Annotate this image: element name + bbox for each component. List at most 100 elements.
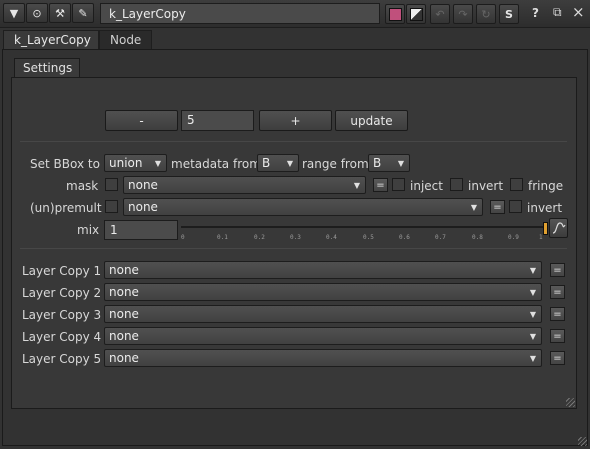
- layer-copy-3-expression-button[interactable]: =: [550, 307, 565, 321]
- mix-tick: 0.8: [472, 234, 483, 241]
- mix-tick: 1: [539, 234, 543, 241]
- tab-node[interactable]: Node: [99, 30, 152, 49]
- redo-icon[interactable]: ↷: [453, 4, 473, 24]
- mask-channel-dropdown[interactable]: none ▼: [123, 176, 366, 194]
- mix-tick: 0.5: [363, 234, 374, 241]
- node-name-field[interactable]: k_LayerCopy: [100, 3, 380, 24]
- mask-checkbox[interactable]: [105, 178, 118, 191]
- mask-value: none: [128, 178, 158, 192]
- revert-icon[interactable]: ↻: [476, 4, 496, 24]
- layer-copy-4-expression-button[interactable]: =: [550, 329, 565, 343]
- bbox-label: Set BBox to: [30, 157, 100, 171]
- layer-copy-5-value: none: [109, 351, 139, 365]
- update-button[interactable]: update: [335, 110, 408, 131]
- chevron-down-icon: ▼: [397, 159, 404, 168]
- premult-invert-label: invert: [527, 201, 563, 215]
- collapse-arrow-icon[interactable]: ▼: [3, 3, 25, 23]
- mix-tick: 0.7: [435, 234, 446, 241]
- premult-label: (un)premult: [30, 201, 102, 215]
- range-from-dropdown[interactable]: B ▼: [368, 154, 410, 172]
- mix-slider-track[interactable]: 0 0.1 0.2 0.3 0.4 0.5 0.6 0.7 0.8 0.9 1: [181, 226, 545, 241]
- separator-top: [20, 141, 567, 142]
- wrench-icon[interactable]: ✎: [72, 3, 94, 23]
- mix-tick: 0: [181, 234, 185, 241]
- layer-copy-1-dropdown[interactable]: none ▼: [104, 261, 542, 279]
- layer-copy-5-dropdown[interactable]: none ▼: [104, 349, 542, 367]
- mix-label: mix: [77, 223, 100, 237]
- window-resize-grip-icon[interactable]: [578, 437, 587, 446]
- layer-copy-3-value: none: [109, 307, 139, 321]
- chevron-down-icon: ▼: [286, 159, 293, 168]
- color-swatch-button[interactable]: [385, 4, 405, 24]
- layer-copy-4-label: Layer Copy 4: [22, 330, 102, 344]
- premult-channel-dropdown[interactable]: none ▼: [123, 198, 483, 216]
- chevron-down-icon: ▼: [470, 203, 477, 212]
- chevron-down-icon: ▼: [353, 181, 360, 190]
- metadata-from-dropdown[interactable]: B ▼: [257, 154, 299, 172]
- panel-resize-grip-icon[interactable]: [566, 398, 575, 407]
- chevron-down-icon: ▼: [154, 159, 161, 168]
- premult-invert-checkbox[interactable]: [509, 200, 522, 213]
- premult-expression-button[interactable]: =: [490, 200, 505, 214]
- layer-copy-2-value: none: [109, 285, 139, 299]
- tab-k-layercopy[interactable]: k_LayerCopy: [3, 30, 99, 50]
- layer-copy-3-dropdown[interactable]: none ▼: [104, 305, 542, 323]
- metadata-from-label: metadata from: [171, 157, 261, 171]
- subtab-settings[interactable]: Settings: [14, 58, 80, 78]
- layer-copy-1-expression-button[interactable]: =: [550, 263, 565, 277]
- color-swatch-icon: [388, 7, 402, 21]
- chevron-down-icon: ▼: [529, 288, 536, 297]
- mix-slider-handle[interactable]: [543, 222, 548, 235]
- layer-copy-5-expression-button[interactable]: =: [550, 351, 565, 365]
- mix-tick: 0.9: [508, 234, 519, 241]
- chevron-down-icon: ▼: [529, 266, 536, 275]
- fringe-checkbox[interactable]: [510, 178, 523, 191]
- range-from-value: B: [373, 156, 382, 170]
- separator-middle: [20, 248, 567, 249]
- mix-tick: 0.4: [326, 234, 337, 241]
- fringe-label: fringe: [528, 179, 564, 193]
- float-icon[interactable]: ⧉: [553, 5, 562, 20]
- layer-copy-2-label: Layer Copy 2: [22, 286, 102, 300]
- layer-copy-3-label: Layer Copy 3: [22, 308, 102, 322]
- undo-icon[interactable]: ↶: [430, 4, 450, 24]
- mix-tick: 0.2: [254, 234, 265, 241]
- bbox-dropdown[interactable]: union ▼: [104, 154, 167, 172]
- minus-button[interactable]: -: [105, 110, 178, 131]
- help-icon[interactable]: ?: [532, 6, 539, 20]
- premult-checkbox[interactable]: [105, 200, 118, 213]
- layer-count-field[interactable]: 5: [181, 110, 254, 131]
- layer-copy-2-expression-button[interactable]: =: [550, 285, 565, 299]
- layer-copy-1-value: none: [109, 263, 139, 277]
- color-reset-button[interactable]: [406, 4, 426, 24]
- range-from-label: range from: [302, 157, 369, 171]
- chevron-down-icon: ▼: [529, 354, 536, 363]
- node-circle-icon[interactable]: ⊙: [26, 3, 48, 23]
- mix-tick: 0.1: [217, 234, 228, 241]
- plus-button[interactable]: +: [259, 110, 332, 131]
- color-reset-icon: [409, 7, 423, 21]
- chevron-down-icon: ▼: [529, 310, 536, 319]
- premult-value: none: [128, 200, 158, 214]
- mix-tick: 0.3: [290, 234, 301, 241]
- mask-expression-button[interactable]: =: [373, 178, 388, 192]
- layer-copy-4-dropdown[interactable]: none ▼: [104, 327, 542, 345]
- bbox-value: union: [109, 156, 143, 170]
- mask-invert-checkbox[interactable]: [450, 178, 463, 191]
- layer-copy-1-label: Layer Copy 1: [22, 264, 102, 278]
- layer-copy-2-dropdown[interactable]: none ▼: [104, 283, 542, 301]
- chevron-down-icon: ▼: [529, 332, 536, 341]
- curve-icon[interactable]: [549, 218, 568, 238]
- mix-tick: 0.6: [399, 234, 410, 241]
- tools-icon[interactable]: ⚒: [49, 3, 71, 23]
- inject-checkbox[interactable]: [392, 178, 405, 191]
- mask-invert-label: invert: [468, 179, 504, 193]
- layer-copy-5-label: Layer Copy 5: [22, 352, 102, 366]
- close-icon[interactable]: ×: [572, 3, 585, 21]
- metadata-from-value: B: [262, 156, 271, 170]
- inject-label: inject: [410, 179, 443, 193]
- s-button[interactable]: S: [499, 4, 519, 24]
- mask-label: mask: [66, 179, 99, 193]
- mix-value-field[interactable]: 1: [104, 220, 178, 240]
- layer-copy-4-value: none: [109, 329, 139, 343]
